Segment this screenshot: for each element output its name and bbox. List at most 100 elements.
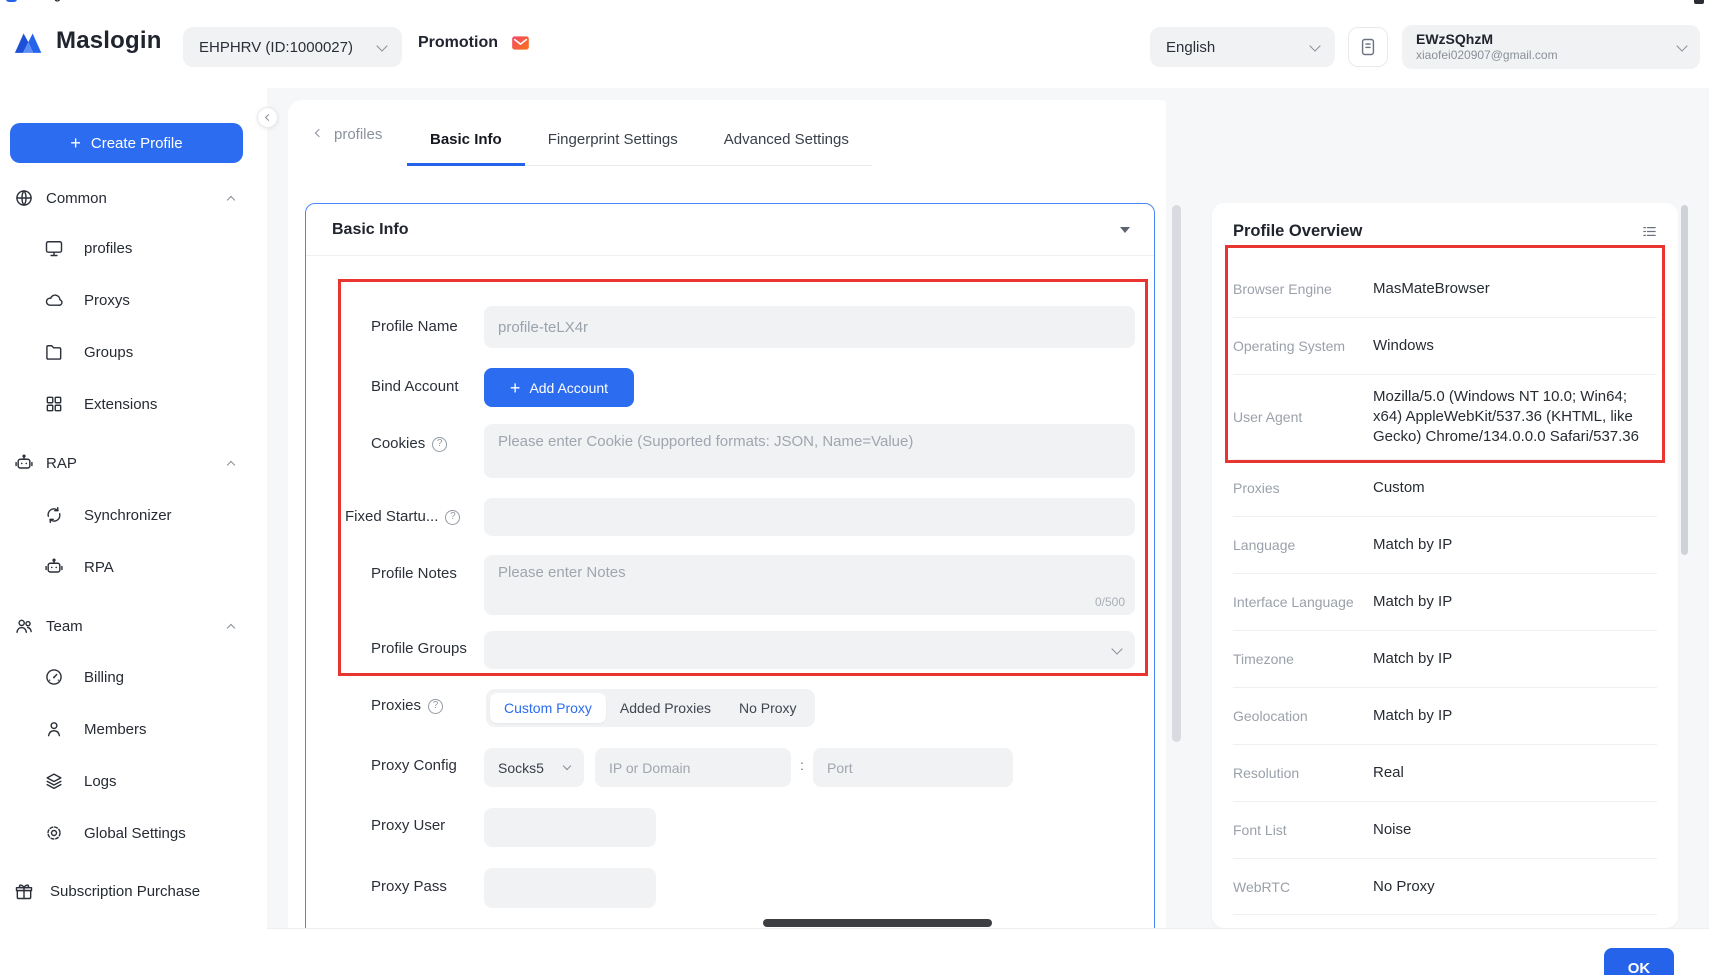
sidebar-section-rap[interactable]: RAP: [0, 450, 267, 476]
proxy-protocol-select[interactable]: Socks5: [484, 748, 584, 787]
bind-account-label: Bind Account: [371, 377, 459, 397]
cookies-textarea[interactable]: [484, 424, 1135, 478]
sidebar-item-label: Proxys: [84, 292, 130, 309]
sidebar: + Create Profile Common profiles Proxys: [0, 88, 267, 975]
sidebar-item-subscription-purchase[interactable]: Subscription Purchase: [0, 878, 267, 904]
workspace-selector[interactable]: EHPHRV (ID:1000027): [183, 27, 402, 67]
sidebar-item-logs[interactable]: Logs: [0, 768, 267, 794]
topbar: Maslogin EHPHRV (ID:1000027) Promotion E…: [0, 0, 1709, 88]
segment-option-added-proxies[interactable]: Added Proxies: [606, 693, 725, 723]
fixed-startup-input[interactable]: [484, 498, 1135, 536]
sidebar-item-profiles[interactable]: profiles: [0, 235, 267, 261]
profile-groups-label: Profile Groups: [371, 639, 467, 659]
proxy-pass-input[interactable]: [484, 868, 656, 908]
sidebar-item-extensions[interactable]: Extensions: [0, 391, 267, 417]
user-menu[interactable]: EWzSQhzM xiaofei020907@gmail.com: [1402, 25, 1700, 69]
sidebar-item-members[interactable]: Members: [0, 716, 267, 742]
chevron-down-icon: [563, 762, 571, 770]
tab-advanced-settings[interactable]: Advanced Settings: [701, 117, 872, 166]
gift-icon: [14, 881, 34, 901]
robot-icon: [44, 557, 64, 577]
proxy-ip-input[interactable]: [595, 748, 791, 787]
sidebar-item-global-settings[interactable]: Global Settings: [0, 820, 267, 846]
sidebar-section-common[interactable]: Common: [0, 185, 267, 211]
profile-notes-textarea[interactable]: [484, 555, 1135, 615]
overview-header: Profile Overview: [1212, 203, 1678, 260]
horizontal-scrollbar-thumb[interactable]: [763, 919, 992, 927]
proxy-port-input[interactable]: [813, 748, 1013, 787]
chevron-up-icon: [227, 623, 235, 631]
proxy-user-input[interactable]: [484, 808, 656, 847]
profile-notes-wrapper: 0/500: [484, 555, 1135, 615]
profile-name-input[interactable]: [484, 306, 1135, 348]
add-account-button[interactable]: + Add Account: [484, 368, 634, 407]
collapse-sidebar-button[interactable]: [257, 107, 278, 128]
promotion-link[interactable]: Promotion: [418, 33, 531, 53]
help-icon[interactable]: ?: [445, 510, 460, 525]
maslogin-logo-icon: [13, 28, 47, 55]
proxies-label: Proxies ?: [371, 696, 443, 716]
vertical-scrollbar-thumb[interactable]: [1681, 205, 1688, 555]
sidebar-item-label: Global Settings: [84, 825, 186, 842]
overview-row: Proxies Custom: [1233, 459, 1657, 516]
promotion-label: Promotion: [418, 34, 498, 52]
billing-icon: [44, 667, 64, 687]
sidebar-item-billing[interactable]: Billing: [0, 664, 267, 690]
app-window: Maslogin Maslogin EHPHRV (ID:1000027) Pr…: [0, 0, 1709, 975]
collapse-card-caret-icon[interactable]: [1120, 227, 1130, 233]
sidebar-item-label: Logs: [84, 773, 117, 790]
envelope-icon: [510, 33, 531, 53]
sidebar-item-groups[interactable]: Groups: [0, 339, 267, 365]
back-label: profiles: [334, 126, 382, 143]
list-settings-icon[interactable]: [1641, 223, 1658, 240]
member-icon: [44, 719, 64, 739]
overview-row: Interface Language Match by IP: [1233, 573, 1657, 630]
segment-option-no-proxy[interactable]: No Proxy: [725, 693, 811, 723]
sidebar-item-proxys[interactable]: Proxys: [0, 287, 267, 313]
plus-icon: +: [510, 379, 521, 397]
overview-title: Profile Overview: [1233, 222, 1362, 241]
help-icon[interactable]: ?: [432, 437, 447, 452]
brand: Maslogin: [13, 27, 162, 55]
proxy-config-label: Proxy Config: [371, 756, 457, 776]
sidebar-item-label: RPA: [84, 559, 114, 576]
chevron-left-icon: [265, 114, 272, 121]
basic-info-card: Basic Info Profile Name Bind Account + A…: [305, 203, 1155, 928]
profile-groups-select[interactable]: [484, 631, 1135, 669]
chevron-down-icon: [1676, 40, 1687, 51]
proxy-user-label: Proxy User: [371, 816, 445, 836]
sidebar-section-team[interactable]: Team: [0, 613, 267, 639]
user-email: xiaofei020907@gmail.com: [1416, 48, 1678, 63]
chevron-up-icon: [227, 460, 235, 468]
fixed-startup-label: Fixed Startu... ?: [345, 507, 460, 527]
segment-option-custom-proxy[interactable]: Custom Proxy: [490, 693, 606, 723]
sidebar-section-label: RAP: [46, 455, 77, 472]
back-to-profiles[interactable]: profiles: [316, 126, 382, 143]
team-icon: [14, 616, 34, 636]
proxy-mode-segment: Custom Proxy Added Proxies No Proxy: [486, 689, 815, 727]
help-icon[interactable]: ?: [428, 699, 443, 714]
tab-fingerprint-settings[interactable]: Fingerprint Settings: [525, 117, 701, 166]
robot-icon: [14, 453, 34, 473]
language-selector[interactable]: English: [1150, 27, 1335, 67]
profile-overview-panel: Profile Overview Browser Engine MasMateB…: [1212, 203, 1678, 928]
sync-icon: [44, 505, 64, 525]
tab-basic-info[interactable]: Basic Info: [407, 117, 525, 166]
add-account-label: Add Account: [529, 380, 608, 396]
language-label: English: [1166, 39, 1215, 56]
ok-button[interactable]: OK: [1604, 948, 1674, 975]
main-content: profiles Basic Info Fingerprint Settings…: [288, 100, 1166, 928]
vertical-scrollbar-thumb[interactable]: [1172, 205, 1181, 742]
create-profile-label: Create Profile: [91, 135, 183, 152]
create-profile-button[interactable]: + Create Profile: [10, 123, 243, 163]
chevron-down-icon: [1309, 40, 1320, 51]
sidebar-item-synchronizer[interactable]: Synchronizer: [0, 502, 267, 528]
sidebar-item-rpa[interactable]: RPA: [0, 554, 267, 580]
layers-icon: [44, 771, 64, 791]
notes-char-counter: 0/500: [1095, 595, 1125, 609]
overview-row: Timezone Match by IP: [1233, 630, 1657, 687]
folder-icon: [44, 342, 64, 362]
user-name: EWzSQhzM: [1416, 31, 1678, 49]
docs-button[interactable]: [1348, 27, 1388, 67]
overview-row: Geolocation Match by IP: [1233, 687, 1657, 744]
